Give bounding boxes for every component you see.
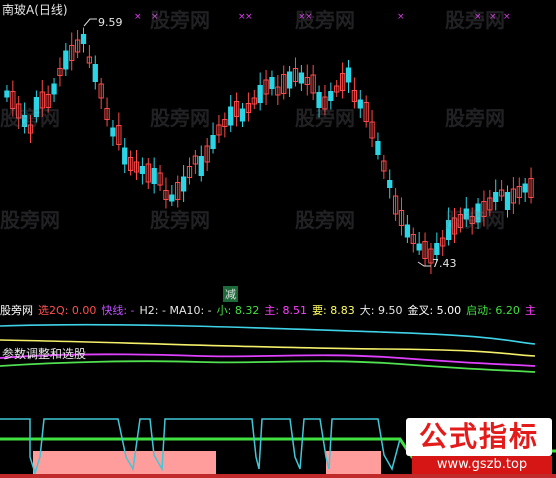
signal-marker-icon: × bbox=[134, 12, 142, 22]
candle-body bbox=[33, 97, 40, 117]
candle-body bbox=[92, 64, 98, 82]
candle-body bbox=[522, 183, 528, 193]
indicator-value: 主 bbox=[524, 304, 536, 317]
indicator-value: 选2Q: 0.00 bbox=[38, 304, 97, 317]
candle-body bbox=[404, 224, 411, 238]
signal-marker-icon: × bbox=[474, 12, 482, 22]
signal-marker-icon: × bbox=[245, 12, 253, 22]
indicator-value: 快线: - bbox=[101, 304, 135, 317]
candle-body bbox=[210, 135, 216, 149]
signal-zone-1 bbox=[33, 451, 216, 475]
candle-body bbox=[504, 192, 511, 210]
candle-body bbox=[169, 194, 175, 202]
signal-marker-icon: × bbox=[503, 12, 511, 22]
candle-body bbox=[445, 220, 452, 240]
signal-badge: 减 bbox=[223, 286, 238, 302]
indicator-value: 金叉: 5.00 bbox=[407, 304, 462, 317]
candle-body bbox=[434, 243, 440, 255]
candle-body bbox=[286, 71, 293, 89]
candle-body bbox=[345, 67, 352, 83]
candle-body bbox=[110, 127, 116, 137]
candle-body bbox=[357, 99, 363, 109]
candle-body bbox=[198, 156, 204, 176]
signal-marker-icon: × bbox=[489, 12, 497, 22]
candle-body bbox=[387, 180, 393, 188]
site-logo: 公式指标 www.gszb.top bbox=[406, 418, 552, 474]
indicator-value: 大: 9.50 bbox=[359, 304, 403, 317]
candle-body bbox=[475, 203, 481, 223]
signal-zone-2 bbox=[326, 451, 381, 475]
candle-body bbox=[416, 243, 422, 251]
candle-body bbox=[63, 50, 69, 70]
high-price-label: 9.59 bbox=[98, 16, 123, 29]
subchart-label: 参数调整和选股 bbox=[2, 347, 87, 361]
signal-marker-icon: × bbox=[305, 12, 313, 22]
candle-body bbox=[239, 108, 246, 122]
indicator-values-bar: 股旁网 选2Q: 0.00 快线: - H2: - MA10: - 小: 8.32 主: … bbox=[0, 302, 556, 318]
candle-body bbox=[316, 92, 322, 108]
candle-body bbox=[51, 83, 57, 95]
candle-body bbox=[269, 77, 275, 89]
candle-body bbox=[328, 91, 334, 101]
candle-body bbox=[463, 208, 469, 220]
candle-body bbox=[228, 106, 234, 126]
chart-title: 南玻A(日线) bbox=[2, 3, 68, 17]
high-pointer bbox=[83, 18, 97, 27]
signal-marker-icon: × bbox=[151, 12, 159, 22]
signal-marker-icon: × bbox=[397, 12, 405, 22]
candle-body bbox=[257, 85, 263, 103]
candle-body bbox=[80, 34, 87, 44]
candle-body bbox=[180, 176, 187, 192]
indicator-value: 要: 8.83 bbox=[312, 304, 355, 317]
candle-body bbox=[139, 166, 146, 174]
candle-body bbox=[151, 168, 157, 184]
candle-body bbox=[21, 115, 28, 127]
zone-base bbox=[0, 474, 556, 478]
indicator-value: 股旁网 bbox=[0, 304, 33, 317]
candle-body bbox=[122, 147, 128, 165]
candle-body bbox=[298, 72, 305, 84]
ma-line-green bbox=[0, 360, 536, 373]
low-price-label: 7.43 bbox=[432, 257, 457, 270]
logo-url: www.gszb.top bbox=[412, 456, 552, 474]
candlestick-chart[interactable]: × × × × × × × × × × bbox=[0, 0, 556, 300]
indicator-value: 小: 8.32 bbox=[216, 304, 260, 317]
logo-title: 公式指标 bbox=[406, 418, 552, 456]
candle-body bbox=[4, 90, 10, 98]
candle-body bbox=[375, 141, 381, 155]
indicator-value: H2: - MA10: - bbox=[139, 304, 212, 317]
indicator-value: 启动: 6.20 bbox=[466, 304, 520, 317]
indicator-value: 主: 8.51 bbox=[264, 304, 308, 317]
candle-body bbox=[493, 192, 499, 202]
